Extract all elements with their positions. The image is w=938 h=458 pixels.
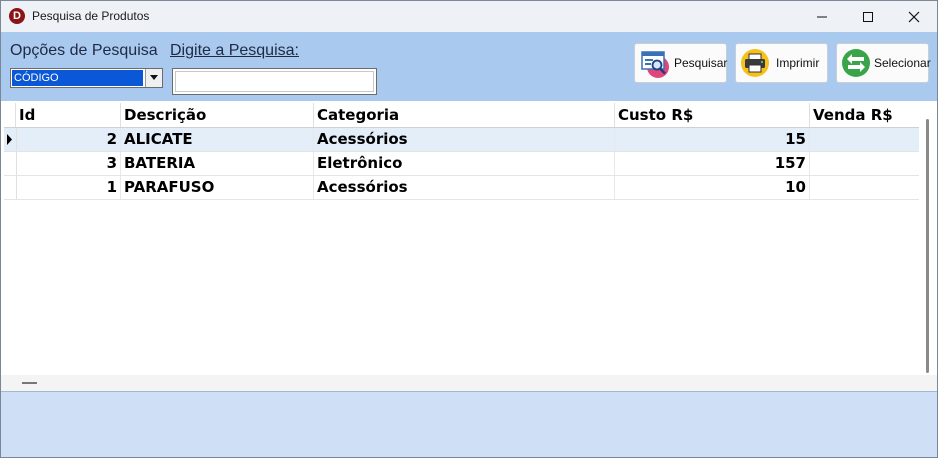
vertical-scrollbar[interactable] — [919, 101, 937, 375]
cell-categoria: Eletrônico — [314, 152, 615, 175]
close-button[interactable] — [891, 1, 937, 32]
search-input[interactable] — [172, 68, 377, 95]
table-row[interactable]: 2 ALICATE Acessórios 15 — [4, 128, 919, 152]
cell-descricao: ALICATE — [121, 128, 314, 151]
select-button-label: Selecionar — [874, 56, 931, 70]
status-panel — [1, 391, 937, 457]
print-button-label: Imprimir — [776, 56, 820, 70]
chevron-down-icon — [150, 75, 158, 80]
search-input-label: Digite a Pesquisa: — [170, 42, 299, 59]
maximize-button[interactable] — [845, 1, 891, 32]
cell-id: 1 — [16, 176, 121, 199]
cell-custo: 15 — [615, 128, 810, 151]
product-search-window: D Pesquisa de Produtos Opções de Pesquis… — [0, 0, 938, 458]
search-option-selected: CÓDIGO — [12, 70, 143, 86]
search-toolbar: Opções de Pesquisa Digite a Pesquisa: CÓ… — [1, 32, 937, 101]
cell-categoria: Acessórios — [314, 176, 615, 199]
dropdown-button[interactable] — [145, 69, 162, 87]
minimize-button[interactable] — [799, 1, 845, 32]
printer-icon — [741, 49, 769, 77]
search-button-label: Pesquisar — [674, 56, 728, 70]
grid-header: Id Descrição Categoria Custo R$ Venda R$ — [4, 103, 919, 128]
select-button[interactable]: Selecionar — [836, 43, 931, 83]
minimize-icon — [817, 16, 827, 18]
search-report-icon — [641, 51, 669, 78]
print-button[interactable]: Imprimir — [735, 43, 828, 83]
cell-custo: 10 — [615, 176, 810, 199]
cell-id: 2 — [16, 128, 121, 151]
cell-venda — [810, 128, 919, 151]
title-bar[interactable]: D Pesquisa de Produtos — [1, 1, 937, 32]
window-title: Pesquisa de Produtos — [32, 9, 150, 23]
close-icon — [908, 11, 920, 23]
column-header-categoria[interactable]: Categoria — [314, 103, 615, 127]
row-selector-header — [4, 103, 16, 127]
column-header-descricao[interactable]: Descrição — [121, 103, 314, 127]
cell-categoria: Acessórios — [314, 128, 615, 151]
cell-descricao: BATERIA — [121, 152, 314, 175]
table-row[interactable]: 3 BATERIA Eletrônico 157 — [4, 152, 919, 176]
cell-id: 3 — [16, 152, 121, 175]
search-option-select[interactable]: CÓDIGO — [10, 68, 163, 88]
horizontal-scrollbar-thumb[interactable] — [22, 382, 37, 384]
app-icon: D — [9, 8, 25, 24]
swap-arrows-icon — [842, 49, 870, 77]
cell-venda — [810, 176, 919, 199]
products-grid[interactable]: Id Descrição Categoria Custo R$ Venda R$… — [4, 103, 919, 375]
column-header-id[interactable]: Id — [16, 103, 121, 127]
search-button[interactable]: Pesquisar — [634, 43, 727, 83]
current-row-arrow-icon — [7, 134, 12, 145]
maximize-icon — [863, 12, 873, 22]
search-options-label: Opções de Pesquisa — [10, 42, 158, 59]
column-header-venda[interactable]: Venda R$ — [810, 103, 919, 127]
table-row[interactable]: 1 PARAFUSO Acessórios 10 — [4, 176, 919, 200]
horizontal-scrollbar[interactable] — [1, 375, 937, 391]
search-input-value — [175, 71, 374, 92]
cell-custo: 157 — [615, 152, 810, 175]
vertical-scrollbar-thumb[interactable] — [926, 119, 929, 373]
cell-descricao: PARAFUSO — [121, 176, 314, 199]
column-header-custo[interactable]: Custo R$ — [615, 103, 810, 127]
cell-venda — [810, 152, 919, 175]
